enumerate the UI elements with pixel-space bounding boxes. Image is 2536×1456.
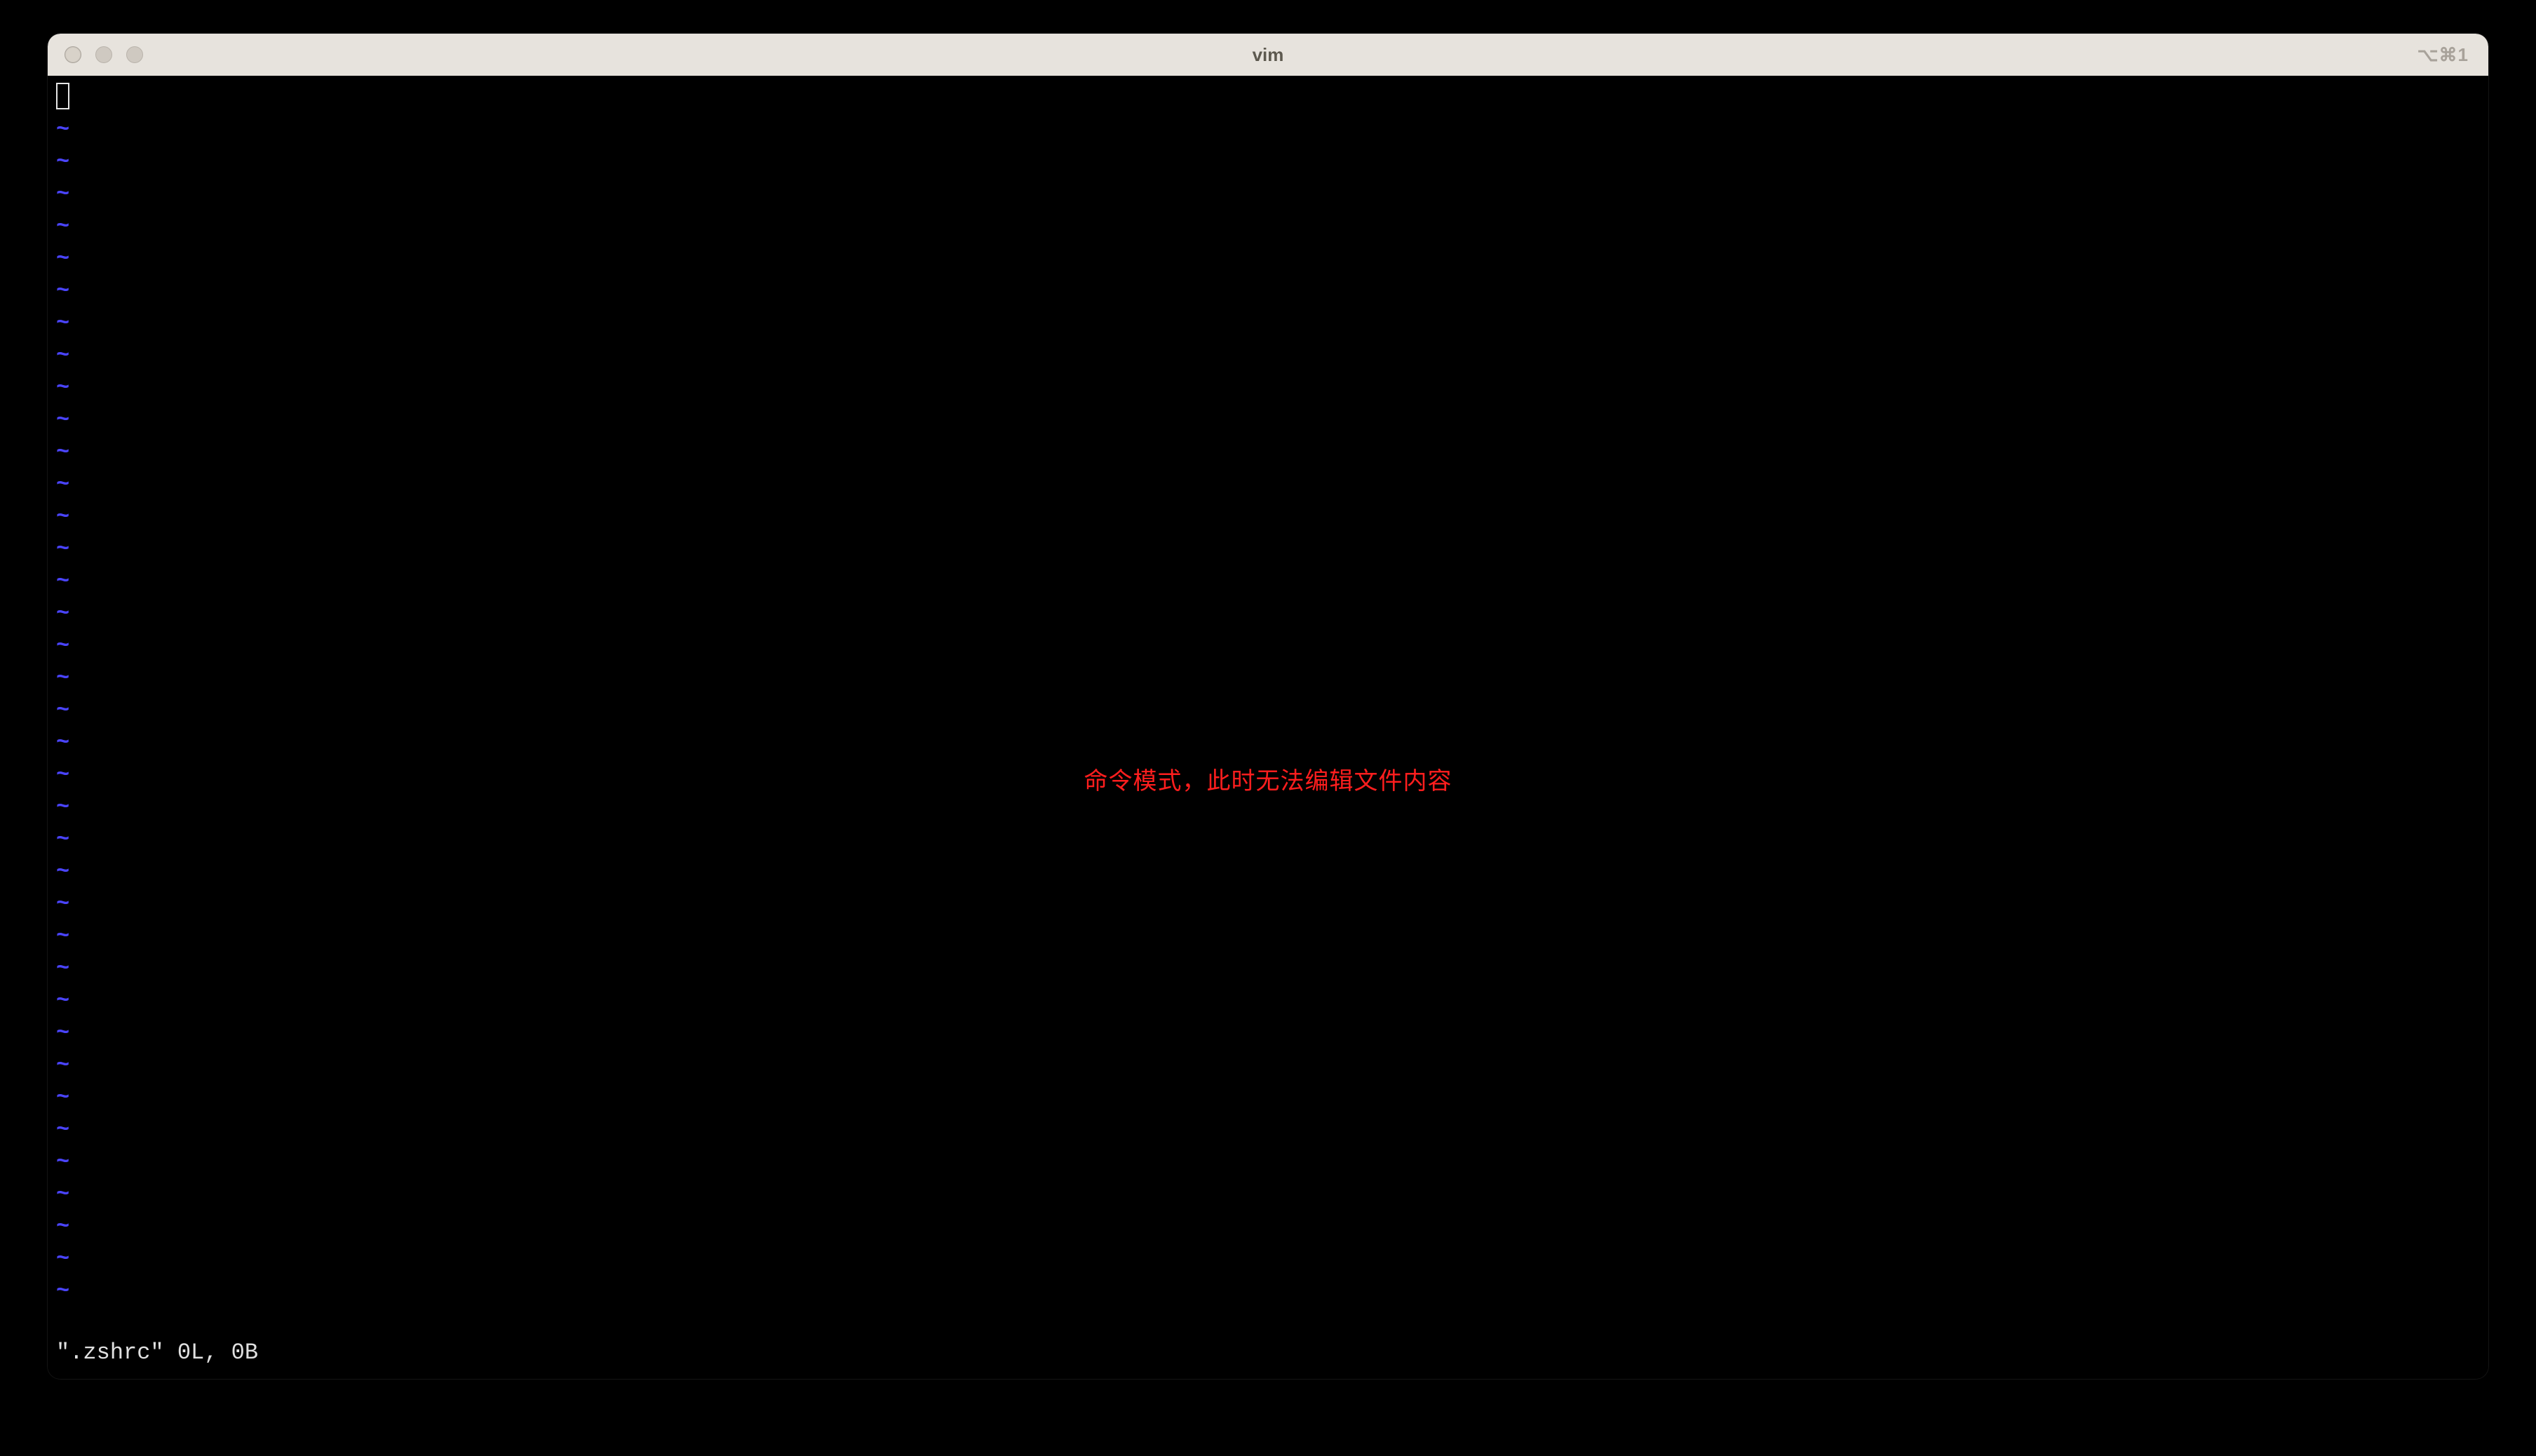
empty-line-marker: ~ xyxy=(56,888,2480,920)
window-zoom-button[interactable] xyxy=(126,46,143,63)
empty-line-marker: ~ xyxy=(56,1243,2480,1275)
window-title: vim xyxy=(1253,44,1284,66)
vim-editor-area[interactable]: ~~~~~~~~~~~~~~~~~~~~~~~~~~~~~~~~~~~~~ ".… xyxy=(48,76,2488,1379)
empty-line-marker: ~ xyxy=(56,243,2480,275)
tab-shortcut-indicator: ⌥⌘1 xyxy=(2417,44,2469,66)
empty-line-marker: ~ xyxy=(56,404,2480,436)
empty-line-marker: ~ xyxy=(56,985,2480,1017)
empty-line-marker: ~ xyxy=(56,1049,2480,1081)
empty-line-marker: ~ xyxy=(56,1178,2480,1211)
vim-status-line: ".zshrc" 0L, 0B xyxy=(56,1337,258,1369)
empty-line-marker: ~ xyxy=(56,1114,2480,1146)
window-close-button[interactable] xyxy=(65,46,81,63)
empty-line-marker: ~ xyxy=(56,1146,2480,1178)
empty-line-marker: ~ xyxy=(56,275,2480,307)
empty-line-marker: ~ xyxy=(56,533,2480,565)
empty-line-marker: ~ xyxy=(56,856,2480,888)
text-cursor xyxy=(56,83,69,109)
empty-line-marker: ~ xyxy=(56,823,2480,856)
window-controls xyxy=(48,46,143,63)
empty-line-marker: ~ xyxy=(56,307,2480,339)
empty-line-marker: ~ xyxy=(56,114,2480,146)
terminal-window: vim ⌥⌘1 ~~~~~~~~~~~~~~~~~~~~~~~~~~~~~~~~… xyxy=(48,34,2488,1379)
empty-line-marker: ~ xyxy=(56,598,2480,630)
empty-line-marker: ~ xyxy=(56,210,2480,243)
empty-line-marker: ~ xyxy=(56,469,2480,501)
cursor-line xyxy=(56,81,2480,114)
empty-line-marker: ~ xyxy=(56,501,2480,533)
empty-line-marker: ~ xyxy=(56,436,2480,469)
empty-line-marker: ~ xyxy=(56,727,2480,759)
window-titlebar: vim ⌥⌘1 xyxy=(48,34,2488,76)
empty-line-marker: ~ xyxy=(56,339,2480,372)
empty-line-marker: ~ xyxy=(56,1081,2480,1114)
mode-annotation-overlay: 命令模式，此时无法编辑文件内容 xyxy=(1084,762,1452,797)
empty-line-marker: ~ xyxy=(56,178,2480,210)
empty-line-marker: ~ xyxy=(56,1275,2480,1307)
empty-line-marker: ~ xyxy=(56,694,2480,727)
empty-line-marker: ~ xyxy=(56,952,2480,985)
empty-line-marker: ~ xyxy=(56,662,2480,694)
empty-line-marker: ~ xyxy=(56,1017,2480,1049)
empty-line-marker: ~ xyxy=(56,630,2480,662)
empty-line-marker: ~ xyxy=(56,920,2480,952)
empty-line-marker: ~ xyxy=(56,565,2480,598)
window-minimize-button[interactable] xyxy=(95,46,112,63)
empty-line-marker: ~ xyxy=(56,372,2480,404)
empty-line-marker: ~ xyxy=(56,1211,2480,1243)
empty-line-marker: ~ xyxy=(56,146,2480,178)
